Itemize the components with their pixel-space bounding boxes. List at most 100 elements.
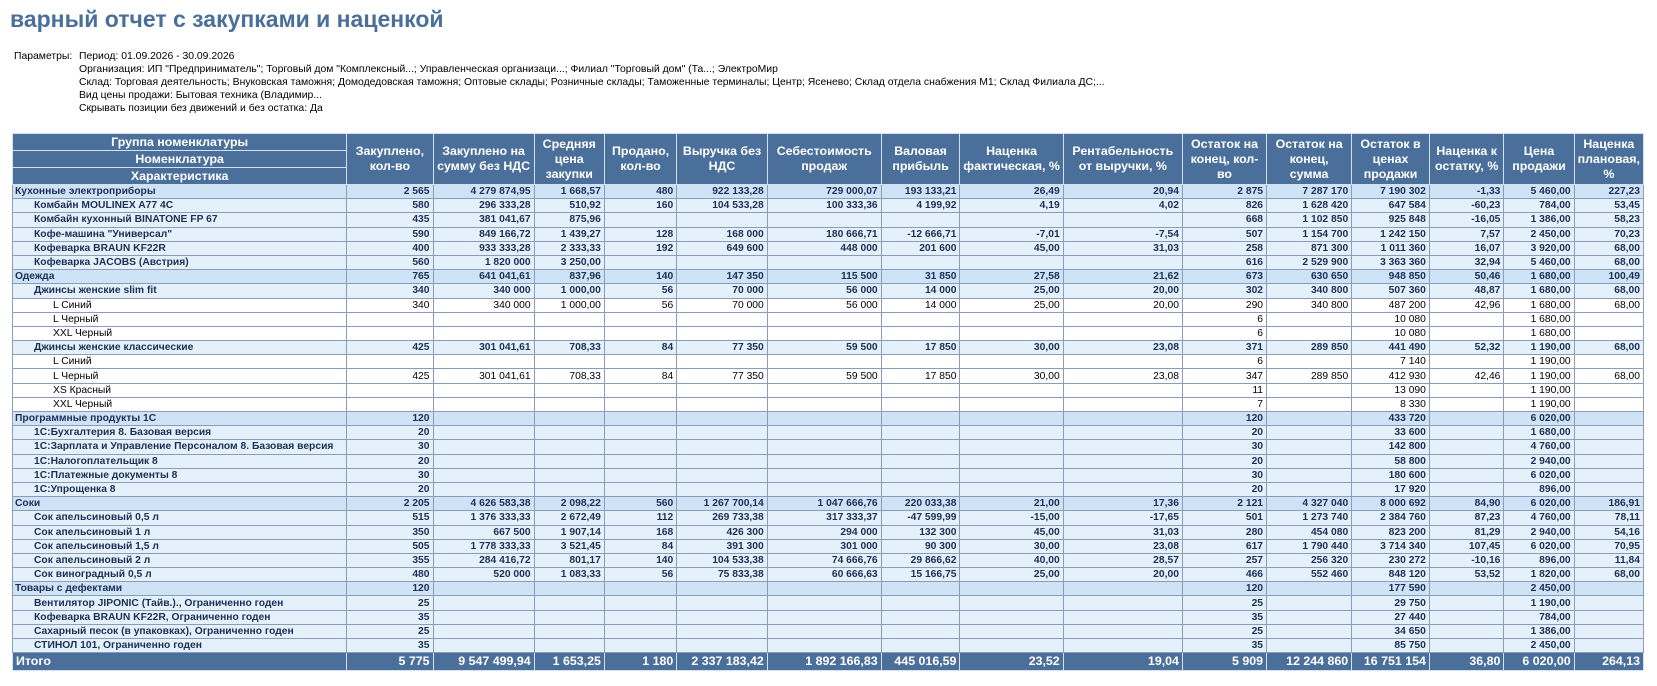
row-cell (603, 396, 678, 413)
item-row[interactable]: Сок виноградный 0,5 л 480 520 000 1 083,33 5… (11, 567, 1645, 583)
header-stock-sale-prices[interactable]: Остаток в ценах продажи (1351, 133, 1430, 185)
row-cell: 441 490 (1351, 340, 1430, 356)
row-cell: -10,16 (1428, 552, 1505, 569)
row-cell: 50,46 (1428, 269, 1505, 285)
header-purchased-qty[interactable]: Закуплено, кол-во (346, 133, 434, 185)
item-row[interactable]: Джинсы женские классические 425 301 041,61… (11, 340, 1645, 356)
total-cell: 6 020,00 (1503, 652, 1575, 672)
group-row[interactable]: Кухонные электроприборы 2 565 4 279 874,95… (11, 183, 1645, 200)
row-cell: 280 (1181, 524, 1268, 540)
item-row[interactable]: Комбайн кухонный BINATONE FP 67 435 381 04… (11, 212, 1645, 228)
item-row[interactable]: Джинсы женские slim fit 340 340 000 1 000,0… (11, 283, 1645, 299)
characteristic-row[interactable]: XS Красный 11 13 090 1 190,00 (11, 382, 1645, 398)
row-cell: 425 (346, 368, 434, 384)
row-cell (959, 396, 1064, 413)
row-cell: 28,57 (1062, 552, 1183, 569)
header-sale-price[interactable]: Цена продажи (1503, 133, 1575, 185)
row-cell: 112 (603, 510, 678, 526)
param-organization: Организация: ИП "Предприниматель"; Торго… (79, 64, 778, 75)
row-name: Сахарный песок (в упаковках), Ограниченн… (11, 623, 348, 640)
item-row[interactable]: 1С:Платежные документы 8 30 30 180 600 6 020… (11, 467, 1645, 483)
row-cell (766, 581, 882, 597)
header-stock-markup[interactable]: Наценка к остатку, % (1428, 133, 1505, 185)
row-cell: 340 (346, 297, 434, 313)
item-row[interactable]: 1С:Зарплата и Управление Персоналом 8. Б… (11, 439, 1645, 455)
row-cell (1062, 595, 1183, 611)
row-cell (1428, 453, 1505, 469)
row-cell: 70 000 (676, 283, 768, 299)
item-row[interactable]: Кофеварка BRAUN KF22R, Ограниченно годен… (11, 609, 1645, 625)
row-cell (533, 354, 605, 370)
row-cell (880, 382, 961, 398)
row-cell (1062, 254, 1183, 271)
characteristic-row[interactable]: L Синий 6 7 140 1 190,00 (11, 354, 1645, 370)
header-gross-profit[interactable]: Валовая прибыль (880, 133, 961, 185)
row-cell: 10 080 (1351, 311, 1430, 327)
row-cell: 340 800 (1266, 283, 1353, 299)
row-cell (1062, 453, 1183, 469)
item-row[interactable]: 1С:Упрощенка 8 20 20 17 920 896,00 (11, 481, 1645, 498)
header-nomenclature[interactable]: Номенклатура (11, 150, 348, 168)
row-cell (1266, 467, 1353, 483)
group-row[interactable]: Одежда 765 641 041,61 837,96 140 147 350 115 5… (11, 269, 1645, 285)
group-row[interactable]: Товары с дефектами 120 120 177 590 2 450,00 (11, 581, 1645, 597)
row-cell (1266, 595, 1353, 611)
header-revenue[interactable]: Выручка без НДС (676, 133, 768, 185)
row-cell (959, 467, 1064, 483)
row-cell (676, 382, 768, 398)
row-cell: 227,23 (1573, 183, 1645, 200)
item-row[interactable]: Сок апельсиновый 0,5 л 515 1 376 333,33 2 6… (11, 510, 1645, 526)
item-row[interactable]: СТИНОЛ 101, Ограниченно годен 35 35 85 750 2… (11, 637, 1645, 654)
row-cell: -7,54 (1062, 226, 1183, 242)
header-sold-qty[interactable]: Продано, кол-во (603, 133, 678, 185)
header-cost[interactable]: Себестоимость продаж (766, 133, 882, 185)
header-group[interactable]: Группа номенклатуры (11, 133, 348, 151)
row-name: XXL Черный (11, 325, 348, 342)
header-planned-markup[interactable]: Наценка плановая, % (1573, 133, 1645, 185)
row-cell (880, 637, 961, 654)
row-cell: 290 (1181, 297, 1268, 313)
item-row[interactable]: 1С:Налогоплательщик 8 20 20 58 800 2 940,00 (11, 453, 1645, 469)
row-cell (880, 581, 961, 597)
item-row[interactable]: Сок апельсиновый 2 л 355 284 416,72 801,17 1… (11, 552, 1645, 569)
characteristic-row[interactable]: XXL Черный 6 10 080 1 680,00 (11, 325, 1645, 342)
item-row[interactable]: Кофеварка JACOBS (Австрия) 560 1 820 000 3 … (11, 254, 1645, 271)
row-name: L Синий (11, 297, 348, 313)
row-cell: 20 (346, 481, 434, 498)
item-row[interactable]: Вентилятор JIPONIC (Тайв.)., Ограниченно… (11, 595, 1645, 611)
group-row[interactable]: Программные продукты 1С 120 120 433 720 6 02… (11, 410, 1645, 427)
characteristic-row[interactable]: XXL Черный 7 8 330 1 190,00 (11, 396, 1645, 413)
header-purchased-sum[interactable]: Закуплено на сумму без НДС (432, 133, 535, 185)
header-avg-purchase-price[interactable]: Средняя цена закупки (533, 133, 605, 185)
characteristic-row[interactable]: L Черный 6 10 080 1 680,00 (11, 311, 1645, 327)
row-cell: 100 333,36 (766, 198, 882, 214)
row-cell: 68,00 (1573, 567, 1645, 583)
row-cell: 2 121 (1181, 496, 1268, 512)
row-cell: 30 (346, 439, 434, 455)
header-stock-qty[interactable]: Остаток на конец, кол-во (1181, 133, 1268, 185)
item-row[interactable]: Сок апельсиновый 1 л 350 667 500 1 907,14 16… (11, 524, 1645, 540)
item-row[interactable]: Сок апельсиновый 1,5 л 505 1 778 333,33 3 5… (11, 538, 1645, 554)
row-cell: 289 850 (1266, 368, 1353, 384)
row-cell: 5 460,00 (1503, 254, 1575, 271)
characteristic-row[interactable]: L Черный 425 301 041,61 708,33 84 77 350 59 50… (11, 368, 1645, 384)
row-cell (1428, 382, 1505, 398)
item-row[interactable]: Кофе-машина "Универсал" 590 849 166,72 1 43… (11, 226, 1645, 242)
row-name: Кофе-машина "Универсал" (11, 226, 348, 242)
row-cell: 2 450,00 (1503, 581, 1575, 597)
row-cell (1266, 311, 1353, 327)
row-cell: -7,01 (959, 226, 1064, 242)
characteristic-row[interactable]: L Синий 340 340 000 1 000,00 56 70 000 56 000 1… (11, 297, 1645, 313)
header-profitability[interactable]: Рентабельность от выручки, % (1062, 133, 1183, 185)
header-stock-sum[interactable]: Остаток на конец, сумма (1266, 133, 1353, 185)
item-row[interactable]: Сахарный песок (в упаковках), Ограниченн… (11, 623, 1645, 640)
row-cell: 6 020,00 (1503, 496, 1575, 512)
header-actual-markup[interactable]: Наценка фактическая, % (959, 133, 1064, 185)
item-row[interactable]: Кофеварка BRAUN KF22R 400 933 333,28 2 333,… (11, 240, 1645, 256)
header-characteristic[interactable]: Характеристика (11, 167, 348, 185)
group-row[interactable]: Соки 2 205 4 626 583,38 2 098,22 560 1 267 70… (11, 496, 1645, 512)
row-cell: 42,46 (1428, 368, 1505, 384)
item-row[interactable]: Комбайн MOULINEX A77 4C 580 296 333,28 510,… (11, 198, 1645, 214)
row-cell: 45,00 (959, 524, 1064, 540)
item-row[interactable]: 1С:Бухгалтерия 8. Базовая версия 20 20 33 6… (11, 425, 1645, 441)
